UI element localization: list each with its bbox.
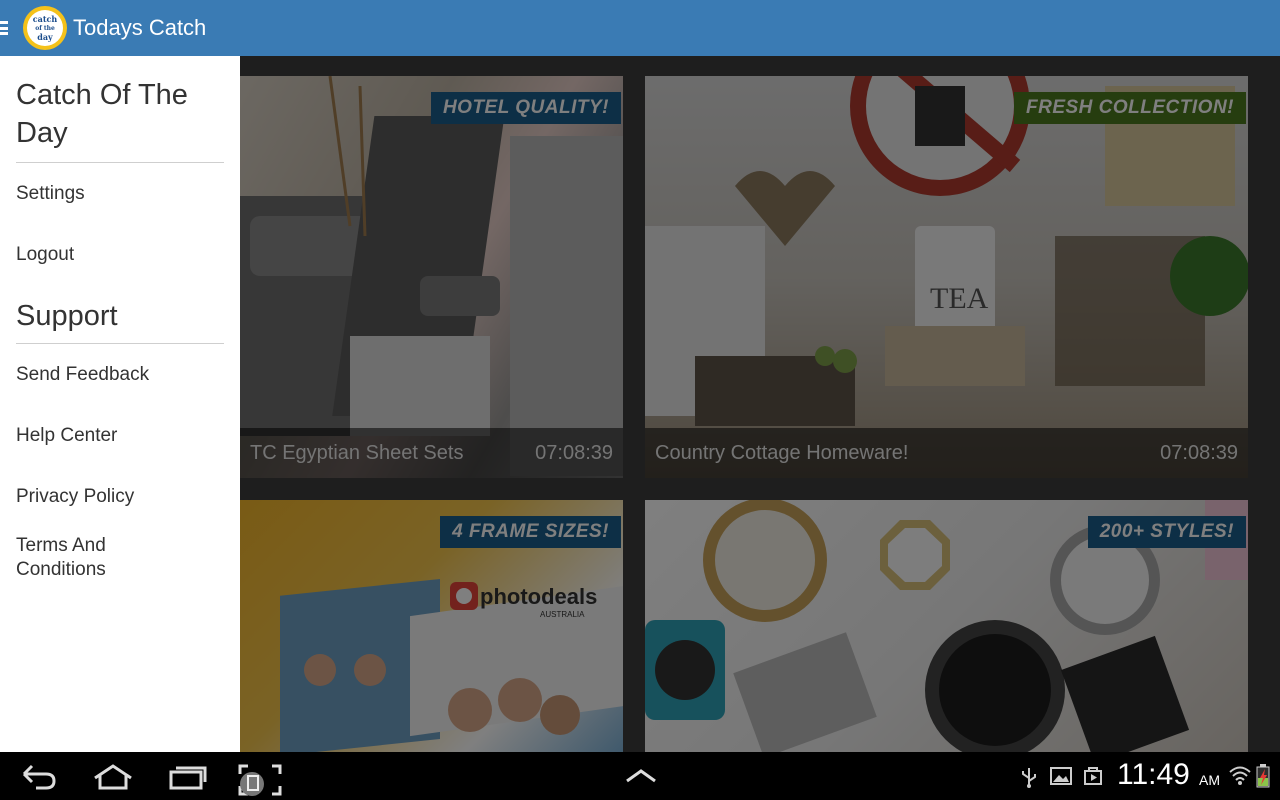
- home-icon[interactable]: [92, 764, 134, 790]
- logo-text-line-3: day: [37, 31, 53, 42]
- clock-time: 11:49: [1117, 758, 1190, 791]
- logo-text-line-1: catch: [32, 13, 58, 24]
- play-store-icon: [1084, 767, 1102, 785]
- battery-charging-icon: [1256, 764, 1270, 788]
- clock-ampm: AM: [1199, 772, 1220, 788]
- drawer-item-privacy-policy[interactable]: Privacy Policy: [0, 466, 240, 527]
- app-title: Todays Catch: [73, 15, 207, 40]
- chevron-up-icon[interactable]: [624, 768, 658, 784]
- app-logo[interactable]: catch of the day: [23, 6, 67, 50]
- navigation-drawer: Catch Of The Day Settings Logout Support…: [0, 56, 240, 752]
- drawer-item-terms[interactable]: Terms And Conditions: [0, 527, 140, 589]
- action-bar: catch of the day Todays Catch: [0, 0, 1280, 56]
- drawer-item-help-center[interactable]: Help Center: [0, 405, 240, 466]
- app-window: catch of the day Todays Catch Catch Of T…: [0, 0, 1280, 752]
- drawer-heading-account: Catch Of The Day: [16, 79, 188, 149]
- drawer-item-send-feedback[interactable]: Send Feedback: [0, 344, 240, 405]
- image-notification-icon: [1050, 767, 1072, 785]
- recent-apps-icon[interactable]: [168, 764, 208, 790]
- usb-icon: [1022, 768, 1036, 788]
- wifi-icon: [1229, 766, 1251, 785]
- drawer-item-settings[interactable]: Settings: [0, 163, 240, 224]
- screenshot-icon[interactable]: [236, 762, 284, 798]
- drawer-heading-support: Support: [16, 300, 118, 332]
- hamburger-menu-icon[interactable]: [0, 19, 12, 37]
- logo-text: catch of the day: [27, 10, 63, 46]
- system-navigation-bar: 11:49 AM: [0, 752, 1280, 800]
- back-icon[interactable]: [20, 764, 58, 790]
- drawer-item-logout[interactable]: Logout: [0, 224, 240, 285]
